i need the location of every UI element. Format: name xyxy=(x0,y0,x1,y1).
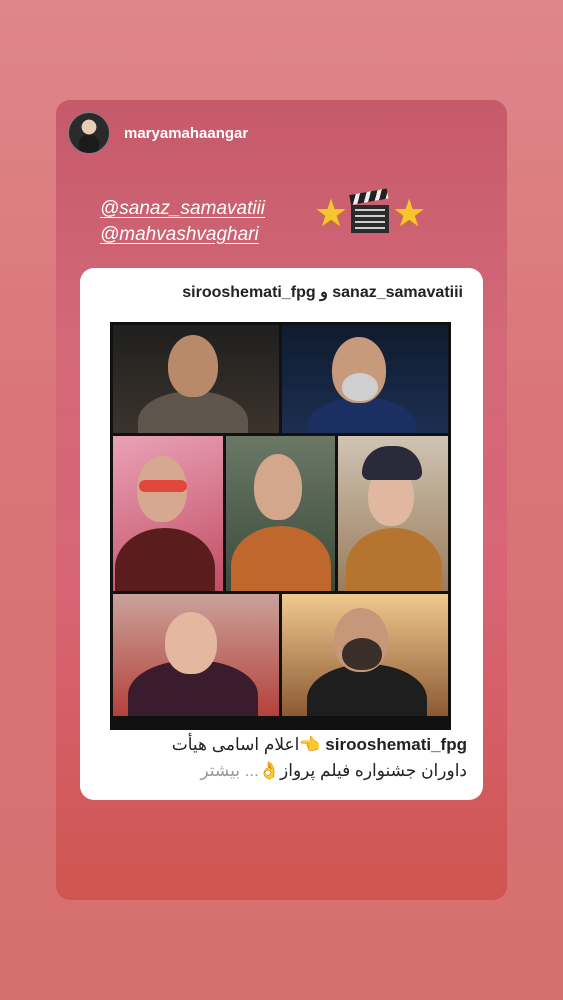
username[interactable]: maryamahaangar xyxy=(124,125,248,142)
star-icon: ★ xyxy=(314,193,349,235)
portrait-photo xyxy=(113,594,279,716)
avatar[interactable] xyxy=(68,112,110,154)
story-frame: maryamahaangar @sanaz_samavatiii @mahvas… xyxy=(56,100,507,900)
shared-post-card[interactable]: sirooshemati_fpg و sanaz_samavatiii siro… xyxy=(80,268,483,800)
mention-mahvash[interactable]: @mahvashvaghari xyxy=(100,222,265,248)
portrait-photo xyxy=(338,436,448,591)
caption-line-1: 👈اعلام اسامی هیأت xyxy=(171,735,321,754)
portrait-photo xyxy=(281,594,448,716)
portrait-photo xyxy=(113,325,279,433)
clapperboard-icon xyxy=(349,188,390,233)
portrait-photo xyxy=(113,436,223,591)
story-header: maryamahaangar xyxy=(68,112,248,154)
post-header[interactable]: sirooshemati_fpg و sanaz_samavatiii xyxy=(80,282,483,302)
more-link[interactable]: ... بیشتر xyxy=(200,761,258,780)
caption-line-2: داوران جشنواره فیلم پرواز👌 xyxy=(258,761,467,780)
caption-username[interactable]: sirooshemati_fpg xyxy=(325,735,467,754)
star-icon: ★ xyxy=(392,193,427,235)
mention-stickers: @sanaz_samavatiii @mahvashvaghari xyxy=(100,196,265,248)
emoji-sticker: ★ ★ xyxy=(314,188,427,235)
portrait-photo xyxy=(225,436,336,591)
post-image-collage[interactable] xyxy=(110,322,451,730)
mention-sanaz[interactable]: @sanaz_samavatiii xyxy=(100,196,265,222)
post-caption: sirooshemati_fpg 👈اعلام اسامی هیأت داورا… xyxy=(80,732,483,784)
portrait-photo xyxy=(281,325,448,433)
